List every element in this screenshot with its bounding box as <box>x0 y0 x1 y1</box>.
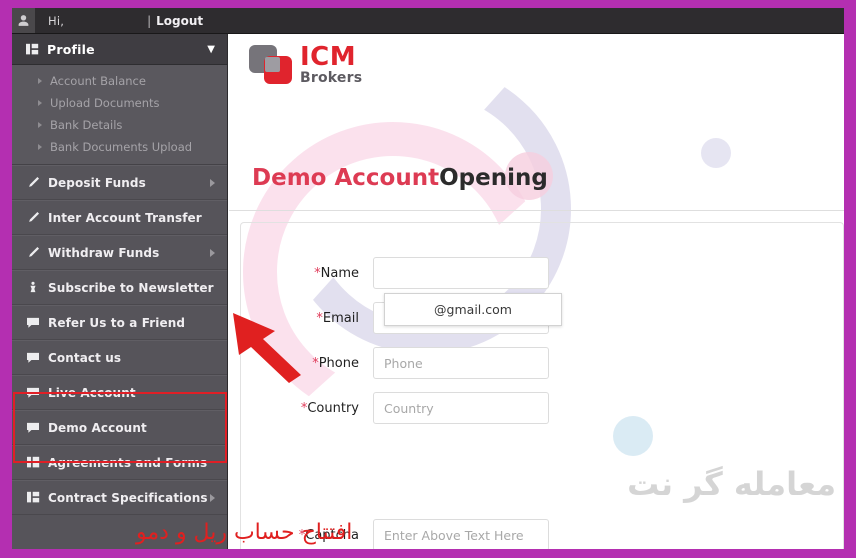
title-divider <box>229 210 844 211</box>
logo-mark-icon <box>249 43 295 85</box>
sidebar-subitem-label: Upload Documents <box>50 96 160 110</box>
name-input[interactable] <box>373 257 549 289</box>
sidebar-item-label: Agreements and Forms <box>48 455 208 470</box>
main-content: ICM Brokers Demo AccountOpening *Name *E… <box>229 34 844 549</box>
sidebar-item-label: Subscribe to Newsletter <box>48 280 214 295</box>
profile-sub-list: Account Balance Upload Documents Bank De… <box>12 65 227 165</box>
sidebar-item-profile[interactable]: Profile ▼ <box>12 34 227 65</box>
email-autofill-suggestion[interactable]: @gmail.com <box>384 293 562 326</box>
demo-account-form: *Name *Email *Phone *Country <box>240 222 844 549</box>
sidebar-item-contact-us[interactable]: Contact us <box>12 340 227 375</box>
pen-icon <box>26 211 40 224</box>
grid-panel-icon <box>26 456 40 469</box>
name-label: *Name <box>241 266 373 281</box>
chat-icon <box>26 317 40 329</box>
logout-link[interactable]: Logout <box>156 14 203 28</box>
pen-icon <box>26 176 40 189</box>
user-icon <box>12 8 35 33</box>
sidebar-subitem-upload-documents[interactable]: Upload Documents <box>12 92 227 114</box>
sidebar-item-label: Profile <box>47 41 95 57</box>
sidebar-item-contract-specifications[interactable]: Contract Specifications <box>12 480 227 515</box>
sidebar-item-refer-us-to-a-friend[interactable]: Refer Us to a Friend <box>12 305 227 340</box>
captcha-label-text: Captcha <box>305 527 359 543</box>
page-frame: Hi, | Logout Profile ▼ Account Balance U… <box>0 0 856 558</box>
sidebar-subitem-label: Bank Documents Upload <box>50 140 193 154</box>
greeting-text: Hi, <box>48 13 65 28</box>
phone-label: *Phone <box>241 356 373 371</box>
form-row-name: *Name <box>241 257 843 289</box>
decorative-circle-lavender <box>701 138 731 168</box>
country-input[interactable] <box>373 392 549 424</box>
page-title-dark: Opening <box>439 165 548 191</box>
sidebar-nav: Profile ▼ Account Balance Upload Documen… <box>12 34 228 549</box>
caret-right-icon <box>38 100 42 106</box>
sidebar-item-label: Contract Specifications <box>48 490 208 505</box>
chat-icon <box>26 387 40 399</box>
sidebar-subitem-bank-details[interactable]: Bank Details <box>12 114 227 136</box>
sidebar-subitem-label: Account Balance <box>50 74 146 88</box>
caret-right-icon <box>210 248 215 257</box>
chat-icon <box>26 352 40 364</box>
logo-icm-text: ICM <box>300 41 357 72</box>
caret-right-icon <box>38 78 42 84</box>
email-label-text: Email <box>322 310 359 326</box>
sidebar-item-label: Refer Us to a Friend <box>48 315 186 330</box>
logo-brokers-text: Brokers <box>300 69 363 86</box>
sidebar-item-inter-account-transfer[interactable]: Inter Account Transfer <box>12 200 227 235</box>
sidebar-subitem-bank-documents-upload[interactable]: Bank Documents Upload <box>12 136 227 158</box>
form-row-country: *Country <box>241 392 843 424</box>
form-row-captcha: *Captcha <box>241 519 843 549</box>
chat-icon <box>26 422 40 434</box>
caret-right-icon <box>38 144 42 150</box>
sidebar-item-subscribe-to-newsletter[interactable]: Subscribe to Newsletter <box>12 270 227 305</box>
form-row-phone: *Phone <box>241 347 843 379</box>
header-separator: | <box>147 13 152 28</box>
sidebar-item-label: Demo Account <box>48 420 147 435</box>
caret-right-icon <box>38 122 42 128</box>
browser-page: Hi, | Logout Profile ▼ Account Balance U… <box>12 8 844 549</box>
captcha-label: *Captcha <box>241 528 373 543</box>
pen-icon <box>26 246 40 259</box>
country-label: *Country <box>241 401 373 416</box>
sidebar-item-demo-account[interactable]: Demo Account <box>12 410 227 445</box>
grid-panel-icon <box>25 43 39 56</box>
caret-right-icon <box>210 178 215 187</box>
person-icon <box>26 281 40 294</box>
sidebar-item-agreements-and-forms[interactable]: Agreements and Forms <box>12 445 227 480</box>
page-title-red: Demo Account <box>252 165 440 191</box>
sidebar-subitem-account-balance[interactable]: Account Balance <box>12 70 227 92</box>
captcha-input[interactable] <box>373 519 549 549</box>
email-label: *Email <box>241 311 373 326</box>
phone-label-text: Phone <box>318 355 359 371</box>
sidebar-item-live-account[interactable]: Live Account <box>12 375 227 410</box>
sidebar-item-label: Withdraw Funds <box>48 245 160 260</box>
sidebar-item-label: Live Account <box>48 385 136 400</box>
country-label-text: Country <box>307 400 359 416</box>
sidebar-item-label: Contact us <box>48 350 122 365</box>
sidebar-item-label: Deposit Funds <box>48 175 146 190</box>
top-header-bar: Hi, | Logout <box>12 8 844 34</box>
sidebar-item-label: Inter Account Transfer <box>48 210 202 225</box>
sidebar-subitem-label: Bank Details <box>50 118 123 132</box>
name-label-text: Name <box>320 265 359 281</box>
page-title: Demo AccountOpening <box>252 165 548 191</box>
sidebar-item-deposit-funds[interactable]: Deposit Funds <box>12 165 227 200</box>
sidebar-item-withdraw-funds[interactable]: Withdraw Funds <box>12 235 227 270</box>
grid-panel-icon <box>26 491 40 504</box>
chevron-down-icon[interactable]: ▼ <box>207 44 215 55</box>
caret-right-icon <box>210 493 215 502</box>
phone-input[interactable] <box>373 347 549 379</box>
icm-brokers-logo[interactable]: ICM Brokers <box>249 43 362 85</box>
